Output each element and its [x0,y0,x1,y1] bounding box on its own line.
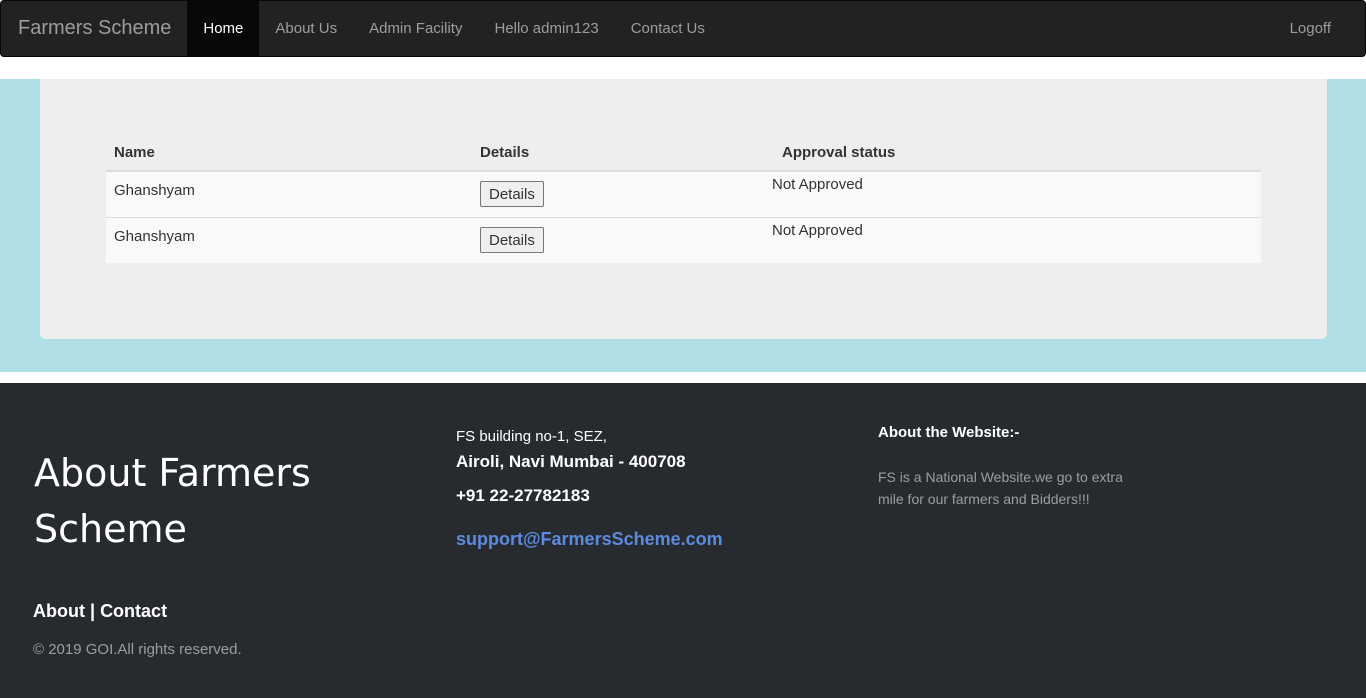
table-row: Ghanshyam Details Not Approved [106,171,1261,217]
cell-name: Ghanshyam [106,216,472,263]
address-line-1: FS building no-1, SEZ, [456,428,607,445]
footer-about-link[interactable]: About [33,601,85,621]
header-details: Details [472,135,764,172]
footer-link-separator: | [90,601,96,621]
phone-number: +91 22-27782183 [456,486,590,505]
support-email-link[interactable]: support@FarmersScheme.com [456,529,723,550]
details-button[interactable]: Details [480,181,544,207]
address-line-2: Airoli, Navi Mumbai - 400708 [456,452,686,471]
cell-status: Not Approved [764,171,1261,217]
logoff-link[interactable]: Logoff [1274,1,1365,56]
cell-details: Details [472,216,764,263]
cell-details: Details [472,171,764,217]
footer-copyright: © 2019 GOI.All rights reserved. [33,641,242,658]
about-website-text: FS is a National Website.we go to extra … [878,469,1123,507]
nav-contact-us[interactable]: Contact Us [615,1,721,56]
brand-link[interactable]: Farmers Scheme [1,1,187,56]
main-section: Name Details Approval status Ghanshyam D… [0,79,1366,372]
page-footer: About Farmers Scheme About | Contact © 2… [0,383,1366,698]
about-website-heading: About the Website:- [878,424,1020,441]
approval-table: Name Details Approval status Ghanshyam D… [106,135,1261,263]
footer-links: About | Contact [33,601,167,622]
cell-status: Not Approved [764,216,1261,263]
header-name: Name [106,135,472,172]
footer-contact-link[interactable]: Contact [100,601,167,621]
table-header-row: Name Details Approval status [106,135,1261,172]
nav-home[interactable]: Home [187,1,260,56]
details-button[interactable]: Details [480,226,544,253]
content-panel: Name Details Approval status Ghanshyam D… [40,79,1327,339]
top-navbar: Farmers Scheme Home About Us Admin Facil… [0,0,1366,57]
nav-hello-user[interactable]: Hello admin123 [478,1,614,56]
cell-name: Ghanshyam [106,171,472,217]
nav-about-us[interactable]: About Us [259,1,353,56]
footer-title: About Farmers Scheme [34,451,311,551]
table-row: Ghanshyam Details Not Approved [106,216,1261,263]
header-approval-status: Approval status [764,135,1261,172]
nav-admin-facility[interactable]: Admin Facility [353,1,478,56]
